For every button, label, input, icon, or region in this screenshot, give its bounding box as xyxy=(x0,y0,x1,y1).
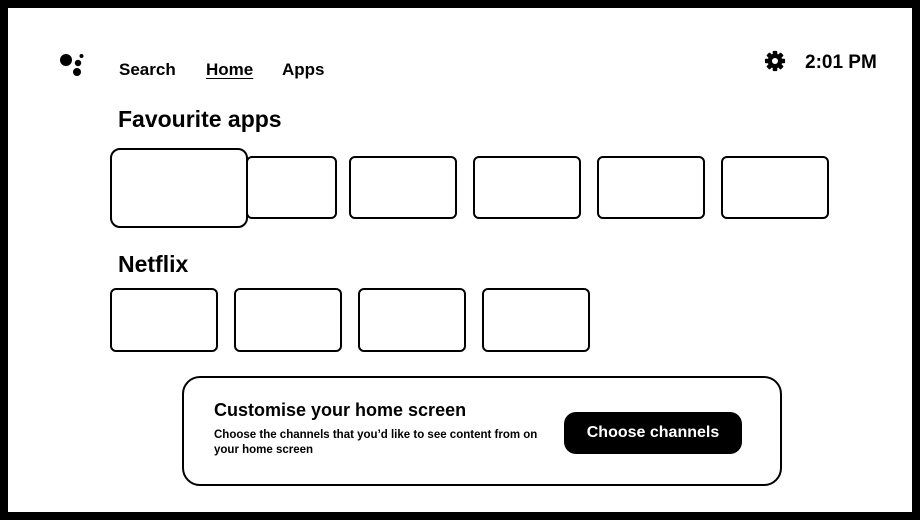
customise-home-card: Customise your home screen Choose the ch… xyxy=(182,376,782,486)
gear-icon[interactable] xyxy=(764,50,786,72)
netflix-tile[interactable] xyxy=(234,288,342,352)
customise-card-title: Customise your home screen xyxy=(214,400,467,420)
favourite-apps-title: Favourite apps xyxy=(118,106,282,132)
nav-apps[interactable]: Apps xyxy=(282,60,325,80)
favourite-app-tile[interactable] xyxy=(246,156,337,219)
choose-channels-button[interactable]: Choose channels xyxy=(564,412,742,454)
clock: 2:01 PM xyxy=(805,52,877,73)
customise-card-body: Choose the channels that you’d like to s… xyxy=(214,429,538,456)
nav-home[interactable]: Home xyxy=(206,60,253,80)
netflix-title: Netflix xyxy=(118,251,189,277)
netflix-tile[interactable] xyxy=(358,288,466,352)
google-assistant-icon[interactable] xyxy=(60,52,84,78)
netflix-tile[interactable] xyxy=(482,288,590,352)
favourite-app-tile[interactable] xyxy=(473,156,581,219)
netflix-tile[interactable] xyxy=(110,288,218,352)
nav-search[interactable]: Search xyxy=(119,60,176,80)
tv-home-screen: Search Home Apps 2:01 PM Favourite apps … xyxy=(8,8,912,512)
favourite-app-tile[interactable] xyxy=(597,156,705,219)
favourite-app-tile[interactable] xyxy=(721,156,829,219)
favourite-app-tile[interactable] xyxy=(349,156,457,219)
favourite-app-tile[interactable] xyxy=(110,148,248,228)
